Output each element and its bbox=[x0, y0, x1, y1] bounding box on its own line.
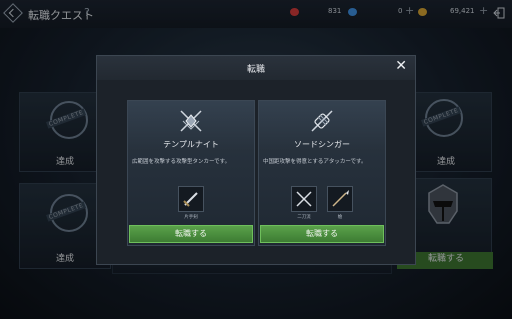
weapon-label: 槍 bbox=[337, 215, 343, 220]
sword-singer-emblem-icon bbox=[311, 110, 333, 132]
job-change-button[interactable]: 転職する bbox=[129, 225, 253, 243]
one-handed-sword-icon bbox=[183, 192, 198, 207]
modal-header: 転職 ✕ bbox=[97, 56, 415, 80]
temple-knight-emblem-icon bbox=[180, 110, 202, 132]
job-header: テンプルナイト bbox=[128, 101, 254, 151]
job-card-sword-singer: ソードシンガー 中国距攻撃を得意とするアタッカーです。 二刀流 槍 転職する bbox=[258, 100, 386, 246]
job-card-temple-knight: テンプルナイト 広範囲を攻撃する攻撃型タンカーです。 片手剣 転職する bbox=[127, 100, 255, 246]
job-description: 広範囲を攻撃する攻撃型タンカーです。 bbox=[132, 159, 231, 165]
weapon-slot bbox=[327, 186, 353, 212]
modal-title: 転職 bbox=[246, 65, 265, 75]
job-header: ソードシンガー bbox=[259, 101, 385, 151]
job-description: 中国距攻撃を得意とするアタッカーです。 bbox=[263, 159, 367, 165]
close-button[interactable]: ✕ bbox=[395, 58, 407, 74]
weapon-slot bbox=[291, 186, 317, 212]
job-change-modal: 転職 ✕ テンプルナイト 広範囲を攻撃する攻撃型タンカーです。 片手剣 転職する bbox=[96, 55, 416, 265]
weapon-slot bbox=[178, 186, 204, 212]
job-name: ソードシンガー bbox=[294, 140, 350, 149]
dual-swords-icon bbox=[296, 191, 312, 207]
weapon-label: 二刀流 bbox=[297, 215, 311, 220]
spear-icon bbox=[332, 190, 349, 207]
weapon-label: 片手剣 bbox=[184, 215, 198, 220]
job-name: テンプルナイト bbox=[163, 140, 219, 149]
job-change-button[interactable]: 転職する bbox=[260, 225, 384, 243]
